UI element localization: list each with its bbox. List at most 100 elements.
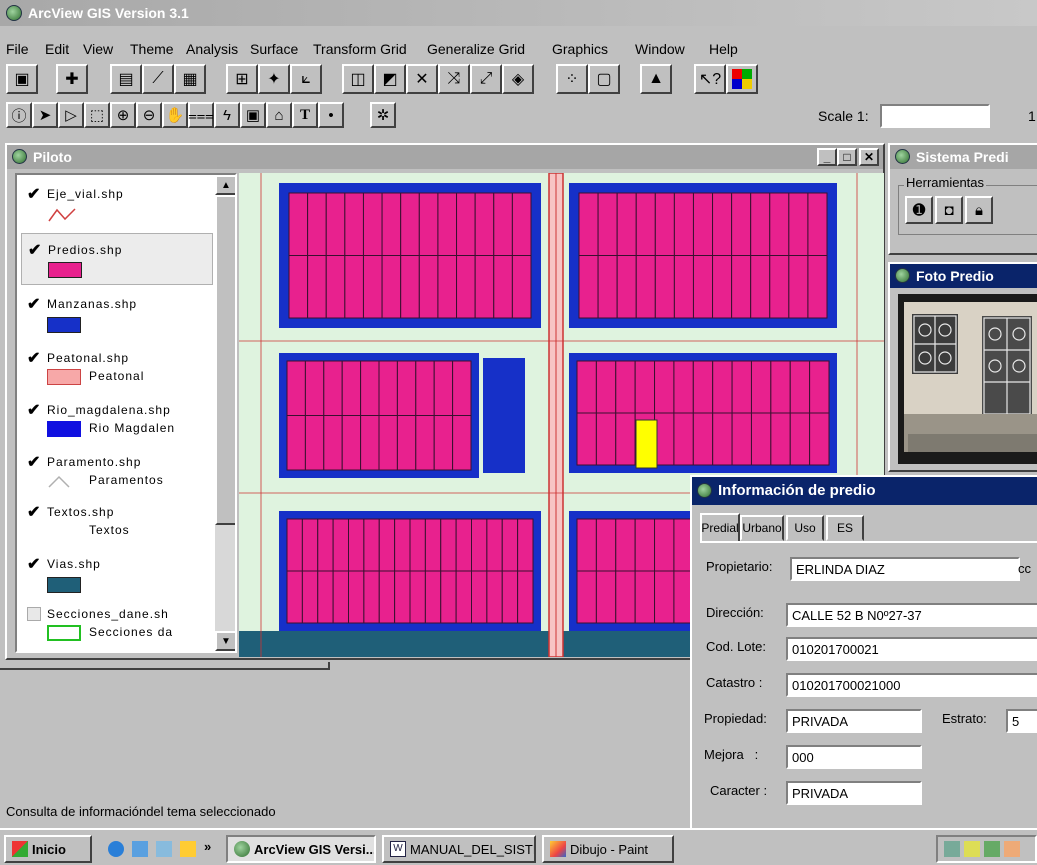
checkmark-icon[interactable]: ✔	[28, 243, 44, 259]
catastro-field[interactable]: 010201700021000	[786, 673, 1037, 697]
checkmark-icon[interactable]: ✔	[27, 297, 43, 313]
predio-parcel[interactable]	[770, 360, 791, 414]
checkmark-icon[interactable]: ✔	[27, 403, 43, 419]
predio-parcel[interactable]	[673, 412, 694, 466]
tab-urbano[interactable]: Urbano	[740, 515, 784, 541]
predio-parcel[interactable]	[501, 570, 519, 624]
layer-rio-magdalena[interactable]: ✔ Rio_magdalena.shp Rio Magdalen	[21, 395, 213, 447]
predio-parcel[interactable]	[616, 192, 637, 256]
menu-edit[interactable]: Edit	[45, 41, 69, 57]
label-tool[interactable]: ⌂	[266, 102, 292, 128]
internet-explorer-icon[interactable]	[108, 841, 124, 857]
menu-view[interactable]: View	[83, 41, 113, 57]
predio-parcel[interactable]	[576, 412, 597, 466]
outlook-icon[interactable]	[156, 841, 172, 857]
measure-tool[interactable]: ⩶	[188, 102, 214, 128]
draw-point-tool[interactable]: •	[318, 102, 344, 128]
predio-parcel[interactable]	[456, 255, 476, 319]
tray-icon[interactable]	[1004, 841, 1020, 857]
predio-parcel[interactable]	[692, 360, 714, 414]
predio-parcel[interactable]	[286, 570, 303, 624]
menu-transform-grid[interactable]: Transform Grid	[313, 41, 407, 57]
predio-parcel[interactable]	[576, 518, 597, 572]
predio-parcel[interactable]	[635, 255, 656, 319]
clear-selection-button[interactable]: ▢	[588, 64, 620, 94]
maximize-button[interactable]: □	[837, 148, 857, 166]
predio-parcel[interactable]	[409, 518, 426, 572]
predio-parcel[interactable]	[317, 570, 334, 624]
menu-analysis[interactable]: Analysis	[186, 41, 238, 57]
locate-button[interactable]: ✦	[258, 64, 290, 94]
predio-parcel[interactable]	[769, 192, 790, 256]
predio-parcel[interactable]	[378, 360, 398, 416]
predio-parcel[interactable]	[400, 192, 420, 256]
custom-tool[interactable]: ✲	[370, 102, 396, 128]
predio-parcel[interactable]	[789, 360, 811, 414]
predio-parcel[interactable]	[307, 255, 327, 319]
zoom-full-extent-button[interactable]: ◫	[342, 64, 374, 94]
predio-parcel[interactable]	[360, 360, 380, 416]
predio-parcel[interactable]	[437, 255, 458, 319]
predio-parcel[interactable]	[452, 415, 472, 471]
predio-parcel[interactable]	[362, 192, 383, 256]
predio-parcel[interactable]	[595, 518, 617, 572]
predio-parcel[interactable]	[692, 255, 714, 319]
predio-parcel[interactable]	[595, 360, 617, 414]
toc-scrollbar[interactable]: ▲ ▼	[215, 175, 235, 651]
predio-parcel[interactable]	[692, 192, 714, 256]
predio-parcel[interactable]	[332, 570, 349, 624]
predio-parcel[interactable]	[471, 570, 488, 624]
zoom-selected-button[interactable]: ✕	[406, 64, 438, 94]
predio-parcel[interactable]	[493, 255, 513, 319]
zoom-out-button[interactable]: ⤢	[470, 64, 502, 94]
pan-tool[interactable]: ✋	[162, 102, 188, 128]
info-tool-button[interactable]: ➊	[905, 196, 933, 224]
predio-parcel[interactable]	[348, 570, 365, 624]
pointer-tool[interactable]: ➤	[32, 102, 58, 128]
query-builder-button[interactable]: ⟀	[290, 64, 322, 94]
minimize-button[interactable]: _	[817, 148, 837, 166]
predio-parcel[interactable]	[517, 518, 534, 572]
predio-parcel[interactable]	[654, 192, 675, 256]
network-icon[interactable]	[984, 841, 1000, 857]
predio-parcel[interactable]	[288, 192, 309, 256]
predio-parcel[interactable]	[474, 192, 495, 256]
predio-parcel[interactable]	[654, 360, 675, 414]
find-button[interactable]: ⊞	[226, 64, 258, 94]
predio-parcel[interactable]	[750, 255, 771, 319]
tab-predial[interactable]: Predial	[700, 513, 740, 543]
predio-parcel[interactable]	[615, 518, 636, 572]
scroll-thumb[interactable]	[215, 195, 235, 525]
predio-parcel[interactable]	[654, 255, 675, 319]
predio-parcel[interactable]	[286, 360, 306, 416]
predio-parcel[interactable]	[576, 360, 597, 414]
predio-parcel[interactable]	[418, 192, 439, 256]
predio-parcel[interactable]	[344, 192, 364, 256]
predio-parcel[interactable]	[486, 518, 503, 572]
scroll-up-button[interactable]: ▲	[215, 175, 235, 195]
predio-parcel[interactable]	[673, 360, 694, 414]
color-palette-button[interactable]	[726, 64, 758, 94]
predio-parcel[interactable]	[409, 570, 426, 624]
predio-parcel[interactable]	[750, 412, 772, 466]
predio-parcel[interactable]	[634, 570, 656, 624]
predio-parcel[interactable]	[634, 518, 656, 572]
predio-parcel[interactable]	[323, 360, 343, 416]
predio-parcel[interactable]	[501, 518, 519, 572]
task-manual[interactable]: W MANUAL_DEL_SISTE...	[382, 835, 536, 863]
predio-parcel[interactable]	[455, 518, 472, 572]
predio-parcel[interactable]	[301, 570, 319, 624]
predio-parcel[interactable]	[286, 518, 303, 572]
predio-parcel[interactable]	[807, 192, 828, 256]
predio-parcel[interactable]	[576, 570, 597, 624]
lock-tool-button[interactable]: 🔒︎	[965, 196, 993, 224]
predio-parcel[interactable]	[418, 255, 439, 319]
predio-parcel[interactable]	[455, 570, 472, 624]
layer-textos[interactable]: ✔ Textos.shp Textos	[21, 497, 213, 549]
predio-parcel[interactable]	[440, 570, 457, 624]
predio-parcel[interactable]	[712, 255, 733, 319]
layer-vias[interactable]: ✔ Vias.shp	[21, 549, 213, 601]
predio-parcel[interactable]	[788, 192, 809, 256]
predio-parcel[interactable]	[341, 415, 362, 471]
predio-parcel[interactable]	[286, 415, 306, 471]
